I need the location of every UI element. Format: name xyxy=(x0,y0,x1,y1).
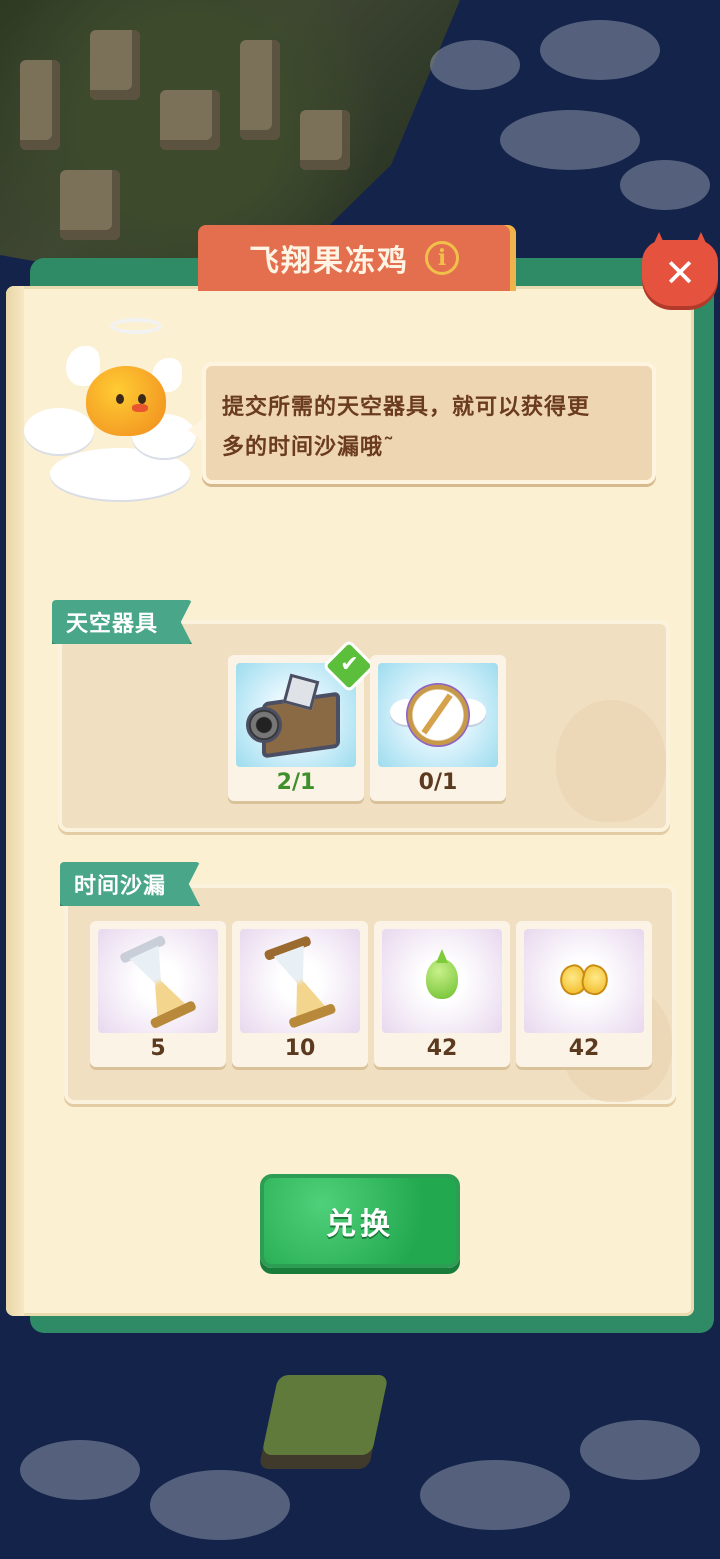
card-art xyxy=(98,929,218,1033)
ruin-pillar xyxy=(300,110,350,170)
floating-island xyxy=(261,1375,389,1455)
speech-bubble: 提交所需的天空器具，就可以获得更 多的时间沙漏哦˜ xyxy=(188,362,656,484)
check-icon: ✔ xyxy=(340,651,359,677)
dialog-title: 飞翔果冻鸡 xyxy=(249,244,409,279)
reward-count: 5 xyxy=(150,1036,166,1061)
halo xyxy=(110,318,162,334)
close-button[interactable]: ✕ xyxy=(642,240,718,306)
mascot-eye xyxy=(138,394,146,404)
reward-card-golden-wings[interactable]: 42 xyxy=(516,921,652,1067)
gold-hourglass-icon xyxy=(263,935,337,1029)
mascot-beak xyxy=(132,404,148,412)
reward-card-green-slime[interactable]: 42 xyxy=(374,921,510,1067)
card-art xyxy=(378,663,498,767)
jelly-chicken-mascot xyxy=(22,318,202,508)
camera-icon xyxy=(246,707,282,743)
ruin-pillar xyxy=(20,60,60,150)
mascot-eye xyxy=(116,394,124,404)
bg-cloud xyxy=(540,20,660,80)
ruin-pillar xyxy=(60,170,120,240)
card-art xyxy=(524,929,644,1033)
mascot-body xyxy=(86,366,166,436)
sky-tools-section xyxy=(58,620,670,832)
hourglass-tag: 时间沙漏 xyxy=(60,862,200,906)
silver-hourglass-icon xyxy=(118,934,198,1030)
reward-count: 10 xyxy=(284,1036,316,1061)
bg-cloud xyxy=(20,1440,140,1500)
golden-wings-icon xyxy=(556,962,612,998)
close-icon: ✕ xyxy=(664,251,696,295)
ruin-pillar xyxy=(240,40,280,140)
speech-line-2: 多的时间沙漏哦˜ xyxy=(222,435,396,460)
compass-count: 0/1 xyxy=(418,770,458,795)
sky-tool-card-camera[interactable]: 2/1 ✔ xyxy=(228,639,376,801)
card-art xyxy=(382,929,502,1033)
sky-tools-tag: 天空器具 xyxy=(52,600,192,644)
card-art xyxy=(240,929,360,1033)
reward-card-silver-hourglass[interactable]: 5 xyxy=(90,921,226,1067)
bg-cloud xyxy=(420,1460,570,1530)
bg-cloud xyxy=(580,1420,700,1480)
watermark-mascot xyxy=(556,700,666,822)
mascot-cloud xyxy=(24,408,94,454)
bg-cloud xyxy=(150,1470,290,1540)
ruin-pillar xyxy=(90,30,140,100)
speech-line-1: 提交所需的天空器具，就可以获得更 xyxy=(222,395,591,420)
bg-cloud xyxy=(620,160,710,210)
green-slime-icon xyxy=(426,959,458,999)
camera-count: 2/1 xyxy=(276,770,316,795)
info-icon[interactable]: i xyxy=(425,241,459,275)
reward-count: 42 xyxy=(426,1036,458,1061)
title-banner: 飞翔果冻鸡 i xyxy=(198,225,510,291)
exchange-button[interactable]: 兑换 xyxy=(260,1174,460,1268)
sky-tool-card-compass[interactable]: 0/1 xyxy=(370,655,506,801)
reward-count: 42 xyxy=(568,1036,600,1061)
bg-cloud xyxy=(430,40,520,90)
ruin-pillar xyxy=(160,90,220,150)
reward-card-gold-hourglass[interactable]: 10 xyxy=(232,921,368,1067)
bg-cloud xyxy=(500,110,640,170)
